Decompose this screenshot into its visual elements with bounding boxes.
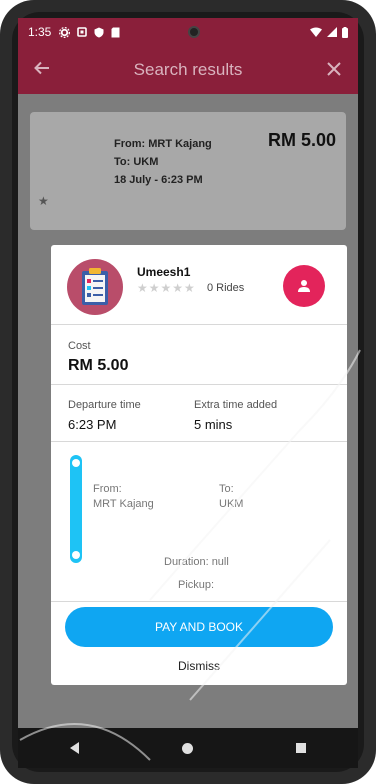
results-area: From: MRT Kajang To: UKM 18 July - 6:23 …: [18, 94, 358, 728]
card-price: RM 5.00: [267, 130, 336, 150]
departure-label: Departure time: [68, 399, 141, 411]
card-to: To: UKM: [114, 156, 159, 168]
card-date: 18 July - 6:23 PM: [114, 174, 203, 186]
driver-row: Umeesh1 ★★★★★ 0 Rides: [51, 245, 347, 325]
pickup-text: Pickup:: [178, 579, 215, 591]
app-bar: Search results: [18, 46, 358, 94]
battery-icon: [342, 26, 348, 38]
driver-name: Umeesh1: [137, 265, 191, 279]
sd-card-icon: [111, 27, 120, 37]
status-notification-icons: [59, 26, 120, 38]
cost-value: RM 5.00: [68, 357, 129, 374]
from-value: MRT Kajang: [93, 498, 154, 510]
status-time: 1:35: [28, 25, 52, 39]
signal-icon: [327, 27, 337, 37]
divider: [51, 384, 347, 385]
divider: [51, 441, 347, 442]
ride-count: 0 Rides: [207, 282, 245, 294]
to-label: To:: [219, 483, 234, 495]
divider: [51, 601, 347, 602]
settings-icon: [59, 26, 71, 38]
close-icon[interactable]: [310, 57, 358, 83]
nav-recents-icon[interactable]: [296, 743, 307, 753]
duration-text: Duration: null: [164, 556, 229, 568]
notification-box-icon: [77, 27, 88, 37]
nav-home-icon[interactable]: [181, 742, 193, 754]
profile-button[interactable]: [283, 265, 325, 307]
cost-label: Cost: [68, 340, 91, 352]
route-start-dot: [72, 459, 80, 467]
extra-time-value: 5 mins: [194, 417, 233, 432]
shield-icon: [94, 27, 104, 37]
wifi-icon: [310, 27, 322, 37]
clipboard-icon: [67, 259, 123, 315]
card-from: From: MRT Kajang: [114, 138, 212, 150]
route-end-dot: [72, 551, 80, 559]
system-nav-bar: [18, 728, 358, 768]
status-system-icons: [310, 26, 348, 38]
from-label: From:: [93, 483, 122, 495]
departure-value: 6:23 PM: [68, 417, 117, 432]
result-card[interactable]: From: MRT Kajang To: UKM 18 July - 6:23 …: [30, 112, 346, 230]
arrow-left-icon[interactable]: [18, 57, 66, 83]
nav-back-icon[interactable]: [69, 742, 79, 754]
rating-stars: ★★★★★: [137, 281, 196, 295]
page-title: Search results: [133, 60, 243, 79]
screen: 1:35 Search results From: MRT Kajang To:…: [18, 18, 358, 728]
booking-dialog: Umeesh1 ★★★★★ 0 Rides Cost RM 5.00 Depar…: [51, 245, 347, 685]
extra-time-label: Extra time added: [194, 399, 278, 411]
card-star-icon: ★: [38, 194, 49, 208]
to-value: UKM: [219, 498, 244, 510]
person-icon: [298, 280, 310, 292]
front-camera: [188, 26, 200, 38]
dismiss-button[interactable]: Dismiss: [51, 659, 347, 673]
route-line: [70, 455, 82, 563]
pay-and-book-button[interactable]: PAY AND BOOK: [65, 607, 333, 647]
